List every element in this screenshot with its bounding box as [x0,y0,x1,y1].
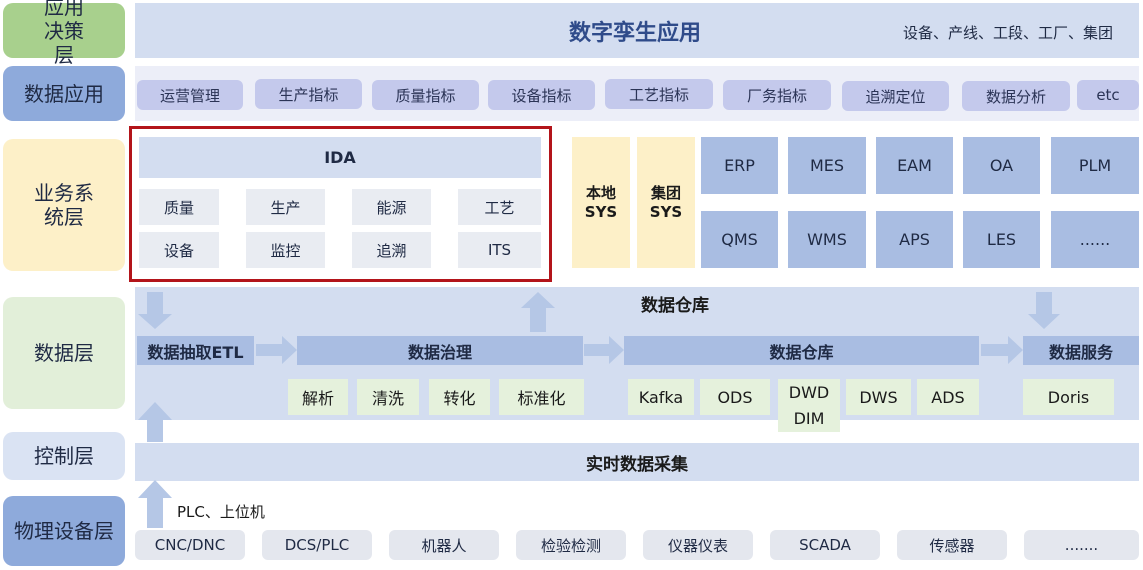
ida-module-process: 工艺 [458,189,541,225]
data-app-item-quality: 质量指标 [372,80,479,110]
plc-link-label: PLC、上位机 [177,503,265,521]
system-les: LES [963,211,1040,268]
group-sys-line1: 集团 [650,183,681,202]
layer-label-app-decision-text: 应用决策层 [44,0,84,67]
ida-module-quality: 质量 [139,189,219,225]
system-plm: PLM [1051,137,1139,194]
warehouse-item-dwd: DWD [788,382,830,402]
device-inspection: 检验检测 [516,530,626,560]
digital-twin-subtitle: 设备、产线、工段、工厂、集团 [903,24,1114,42]
app-decision-band: 数字孪生应用 设备、产线、工段、工厂、集团 [135,3,1139,58]
data-app-item-analysis: 数据分析 [962,81,1070,111]
layer-label-business: 业务系统层 [3,139,125,271]
group-sys-box: 集团 SYS [637,137,695,268]
ida-module-its: ITS [458,232,541,268]
system-mes: MES [788,137,866,194]
device-robot: 机器人 [389,530,499,560]
data-etl-header: 数据抽取ETL [137,336,254,365]
device-instruments: 仪器仪表 [643,530,753,560]
system-more: ...... [1051,211,1139,268]
layer-label-data-app: 数据应用 [3,66,125,121]
layer-label-data: 数据层 [3,297,125,409]
ida-module-energy: 能源 [352,189,431,225]
ida-module-equipment: 设备 [139,232,219,268]
governance-item-standardize: 标准化 [499,379,584,415]
data-warehouse-header: 数据仓库 [624,336,979,365]
system-oa: OA [963,137,1040,194]
layer-label-app-decision: 应用决策层 [3,0,125,67]
layer-label-business-text: 业务系统层 [34,181,94,229]
system-qms: QMS [701,211,778,268]
data-warehouse-title: 数据仓库 [641,296,709,316]
layer-label-physical-text: 物理设备层 [14,519,114,543]
warehouse-item-ads: ADS [917,379,979,415]
ida-module-monitor: 监控 [246,232,325,268]
ida-module-production: 生产 [246,189,325,225]
device-scada: SCADA [770,530,880,560]
data-app-item-ops: 运营管理 [137,80,243,110]
data-app-item-process: 工艺指标 [605,79,713,109]
local-sys-line1: 本地 [585,183,616,202]
warehouse-item-dim: DIM [793,408,825,428]
data-app-item-facility: 厂务指标 [723,80,831,110]
warehouse-item-ods: ODS [700,379,770,415]
warehouse-item-kafka: Kafka [628,379,694,415]
data-app-item-production: 生产指标 [255,79,362,109]
device-sensor: 传感器 [897,530,1007,560]
data-app-item-trace: 追溯定位 [842,81,949,111]
system-aps: APS [876,211,953,268]
layer-label-control-text: 控制层 [34,444,94,468]
service-item-doris: Doris [1023,379,1114,415]
data-app-item-equipment: 设备指标 [488,80,595,110]
device-cnc-dnc: CNC/DNC [135,530,245,560]
device-dcs-plc: DCS/PLC [262,530,372,560]
system-erp: ERP [701,137,778,194]
warehouse-item-dws: DWS [846,379,911,415]
layer-label-data-text: 数据层 [34,341,94,365]
governance-item-parse: 解析 [288,379,348,415]
data-app-item-etc: etc [1077,80,1139,110]
data-governance-header: 数据治理 [297,336,583,365]
warehouse-item-dwd-dim: DWD DIM [778,379,840,432]
system-wms: WMS [788,211,866,268]
local-sys-line2: SYS [584,202,618,221]
layer-label-data-app-text: 数据应用 [24,81,104,106]
ida-module-trace: 追溯 [352,232,431,268]
realtime-collection-band: 实时数据采集 [135,443,1139,481]
arrow-up-devices-control [138,480,172,528]
digital-twin-title: 数字孪生应用 [568,20,701,46]
system-eam: EAM [876,137,953,194]
layer-label-physical: 物理设备层 [3,496,125,566]
device-more: ....... [1024,530,1139,560]
governance-item-clean: 清洗 [357,379,419,415]
data-app-band: 运营管理 生产指标 质量指标 设备指标 工艺指标 厂务指标 追溯定位 数据分析 … [135,66,1139,121]
local-sys-box: 本地 SYS [572,137,630,268]
ida-title: IDA [139,137,541,178]
group-sys-line2: SYS [649,202,683,221]
data-service-header: 数据服务 [1023,336,1139,365]
layer-label-control: 控制层 [3,432,125,480]
governance-item-transform: 转化 [429,379,490,415]
